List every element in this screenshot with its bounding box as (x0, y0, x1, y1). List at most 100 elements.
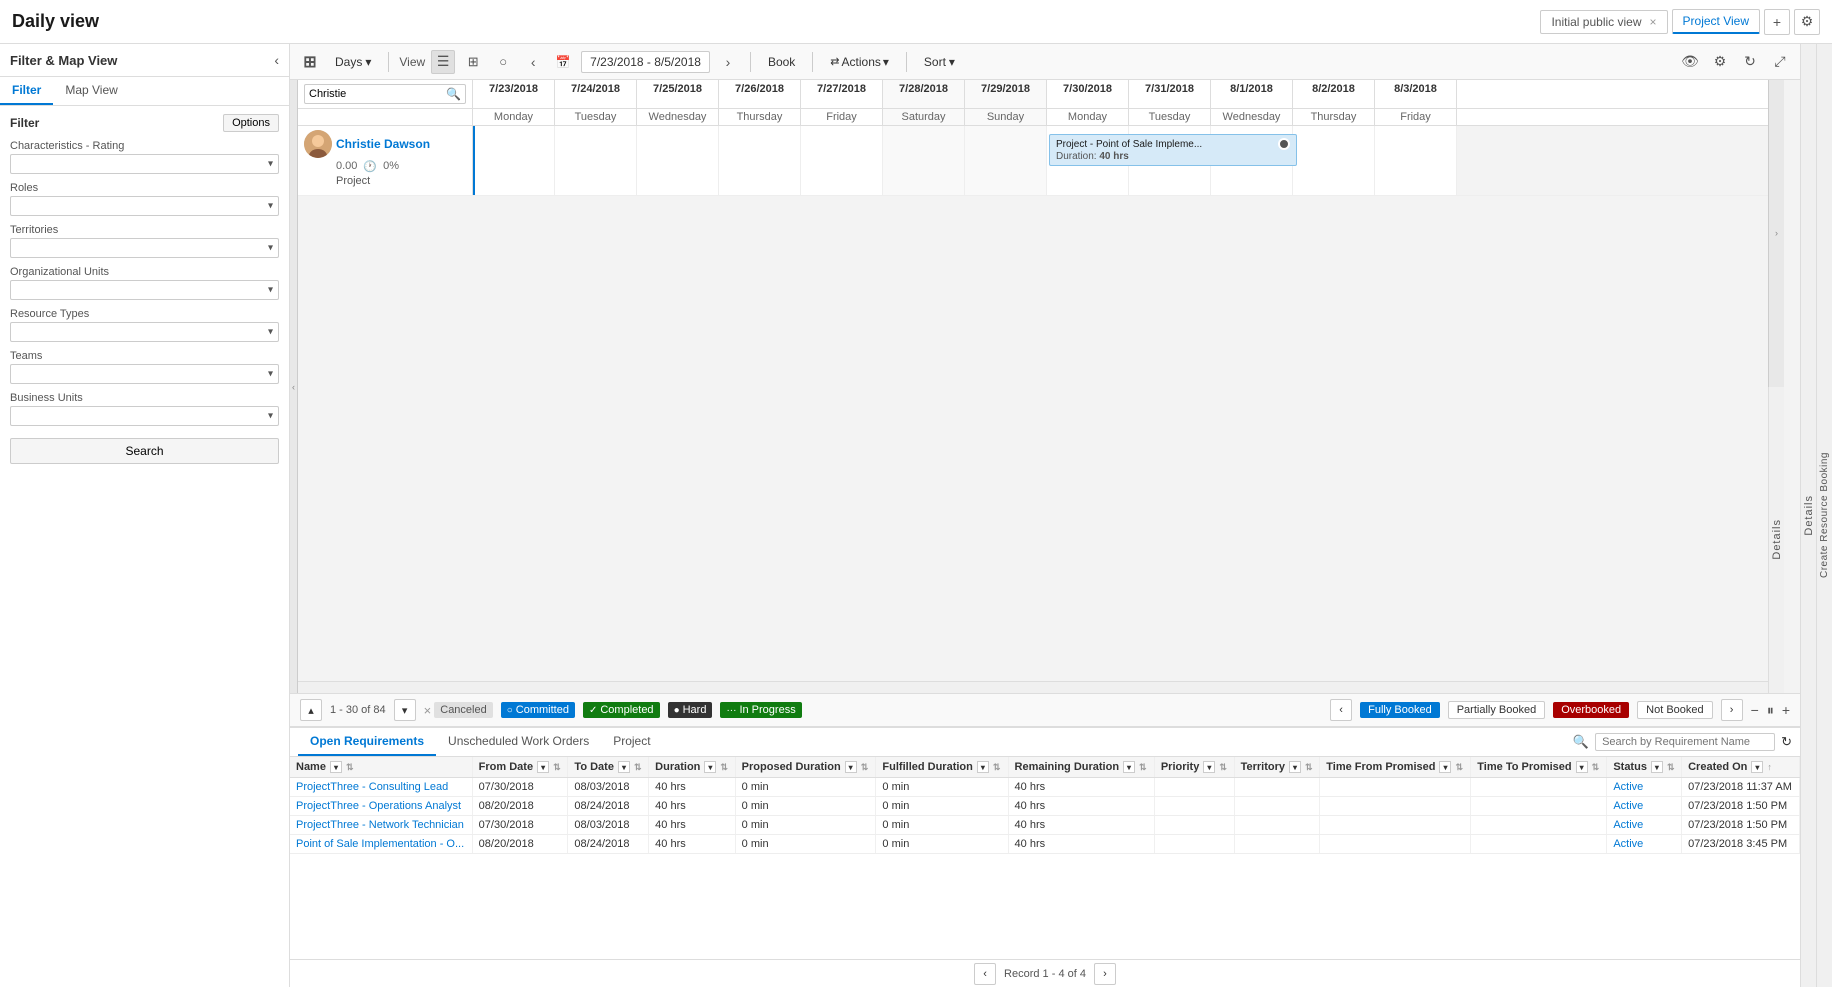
req-name-link-0[interactable]: ProjectThree - Consulting Lead (296, 781, 448, 793)
date-col-3: 7/26/2018 (719, 80, 801, 108)
select-resource-types[interactable] (10, 322, 279, 342)
cell-time-from-0 (1320, 778, 1471, 797)
status-link-3[interactable]: Active (1613, 838, 1643, 850)
cell-time-from-3 (1320, 835, 1471, 854)
req-search-input[interactable] (1595, 733, 1775, 751)
status-link-1[interactable]: Active (1613, 800, 1643, 812)
add-tab-button[interactable]: + (1764, 9, 1790, 35)
resource-search-input[interactable] (309, 88, 446, 100)
grid-view-button[interactable]: ⊞ (461, 50, 485, 74)
req-name-link-1[interactable]: ProjectThree - Operations Analyst (296, 800, 461, 812)
sidebar-tab-filter[interactable]: Filter (0, 77, 53, 105)
tab-project-view[interactable]: Project View (1672, 9, 1760, 34)
date-col-7: 7/30/2018 (1047, 80, 1129, 108)
select-characteristics-rating[interactable] (10, 154, 279, 174)
req-prev-button[interactable]: ‹ (974, 963, 996, 985)
th-fulfilled-duration[interactable]: Fulfilled Duration▾⇅ (876, 757, 1008, 778)
th-proposed-duration[interactable]: Proposed Duration▾⇅ (735, 757, 876, 778)
select-organizational-units[interactable] (10, 280, 279, 300)
th-territory[interactable]: Territory▾⇅ (1234, 757, 1320, 778)
next-period-button[interactable]: › (716, 50, 740, 74)
filter-label-row: Filter Options (10, 114, 279, 132)
days-button[interactable]: Days ▾ (328, 51, 378, 73)
refresh-button[interactable]: ↻ (1738, 50, 1762, 74)
cell-fulfilled-0: 0 min (876, 778, 1008, 797)
settings-icon-button[interactable]: ⚙ (1708, 50, 1732, 74)
globe-button[interactable]: ○ (491, 50, 515, 74)
horizontal-scrollbar[interactable] (298, 681, 1768, 693)
th-time-from-promised[interactable]: Time From Promised▾⇅ (1320, 757, 1471, 778)
req-tab-unscheduled[interactable]: Unscheduled Work Orders (436, 728, 601, 756)
actions-button[interactable]: ⇄ Actions ▾ (823, 51, 896, 73)
legend-prev-button[interactable]: ▴ (300, 699, 322, 721)
sort-button[interactable]: Sort ▾ (917, 51, 962, 73)
th-duration[interactable]: Duration▾⇅ (649, 757, 736, 778)
booking-next-button[interactable]: › (1721, 699, 1743, 721)
pause-button[interactable]: ⏸ (1767, 702, 1774, 719)
settings-button[interactable]: ⚙ (1794, 9, 1820, 35)
top-bar: Daily view Initial public view × Project… (0, 0, 1832, 44)
schedule-grid: 🔍 7/23/2018 7/24/2018 7/25/2018 7/26/201… (298, 80, 1768, 693)
req-name-link-2[interactable]: ProjectThree - Network Technician (296, 819, 464, 831)
th-remaining-duration[interactable]: Remaining Duration▾⇅ (1008, 757, 1154, 778)
booking-prev-button[interactable]: ‹ (1330, 699, 1352, 721)
details-panel[interactable]: Details (1768, 387, 1784, 694)
th-created-on[interactable]: Created On▾↑ (1682, 757, 1800, 778)
req-next-button[interactable]: › (1094, 963, 1116, 985)
canceled-label: Canceled (434, 702, 492, 718)
collapse-schedule-left[interactable]: ‹ (290, 80, 298, 693)
req-search-icon[interactable]: 🔍 (1573, 734, 1589, 750)
grid-toggle-button[interactable]: ⊞ (298, 50, 322, 74)
eye-button[interactable]: 👁 (1678, 50, 1702, 74)
req-tab-project[interactable]: Project (601, 728, 662, 756)
req-tab-open-requirements[interactable]: Open Requirements (298, 728, 436, 756)
day-cell-7: Project - Point of Sale Impleme... Durat… (1047, 126, 1129, 195)
th-from-date[interactable]: From Date▾⇅ (472, 757, 568, 778)
day-label-2: Wednesday (637, 109, 719, 125)
date-range[interactable]: 7/23/2018 - 8/5/2018 (581, 51, 710, 73)
status-link-2[interactable]: Active (1613, 819, 1643, 831)
status-link-0[interactable]: Active (1613, 781, 1643, 793)
th-status[interactable]: Status▾⇅ (1607, 757, 1682, 778)
day-cell-1 (555, 126, 637, 195)
select-business-units[interactable] (10, 406, 279, 426)
req-refresh-icon[interactable]: ↻ (1781, 734, 1792, 750)
search-icon[interactable]: 🔍 (446, 87, 461, 101)
cell-name-0: ProjectThree - Consulting Lead (290, 778, 472, 797)
legend-next-button[interactable]: ▾ (394, 699, 416, 721)
book-button[interactable]: Book (761, 51, 802, 73)
tab-initial-public-view[interactable]: Initial public view × (1540, 10, 1667, 34)
search-button[interactable]: Search (10, 438, 279, 464)
select-teams[interactable] (10, 364, 279, 384)
day-label-11: Friday (1375, 109, 1457, 125)
zoom-out-button[interactable]: − (1751, 702, 1759, 718)
day-label-8: Tuesday (1129, 109, 1211, 125)
list-view-button[interactable]: ☰ (431, 50, 455, 74)
field-business-units (10, 406, 279, 426)
select-roles[interactable] (10, 196, 279, 216)
req-name-link-3[interactable]: Point of Sale Implementation - O... (296, 838, 464, 850)
select-territories[interactable] (10, 238, 279, 258)
options-button[interactable]: Options (223, 114, 279, 132)
th-time-to-promised[interactable]: Time To Promised▾⇅ (1471, 757, 1607, 778)
th-priority[interactable]: Priority▾⇅ (1154, 757, 1234, 778)
field-characteristics-rating (10, 154, 279, 174)
resource-name[interactable]: Christie Dawson (336, 137, 430, 151)
maximize-button[interactable]: ⤢ (1768, 50, 1792, 74)
th-to-date[interactable]: To Date▾⇅ (568, 757, 649, 778)
sidebar-tab-map-view[interactable]: Map View (53, 77, 129, 105)
collapse-schedule-right[interactable]: › (1768, 80, 1784, 387)
overbooked-badge: Overbooked (1553, 702, 1629, 718)
close-icon[interactable]: × (1650, 15, 1657, 29)
details-side-panel[interactable]: Details (1800, 44, 1816, 987)
th-name[interactable]: Name▾⇅ (290, 757, 472, 778)
booking-block-0[interactable]: Project - Point of Sale Impleme... Durat… (1049, 134, 1297, 166)
table-row: ProjectThree - Network Technician 07/30/… (290, 816, 1800, 835)
cell-created-1: 07/23/2018 1:50 PM (1682, 797, 1800, 816)
calendar-icon[interactable]: 📅 (551, 50, 575, 74)
sidebar-collapse-button[interactable]: ‹ (274, 52, 279, 68)
prev-period-button[interactable]: ‹ (521, 50, 545, 74)
create-resource-booking-panel[interactable]: Create Resource Booking (1816, 44, 1832, 987)
cell-fulfilled-3: 0 min (876, 835, 1008, 854)
zoom-in-button[interactable]: + (1782, 702, 1790, 718)
